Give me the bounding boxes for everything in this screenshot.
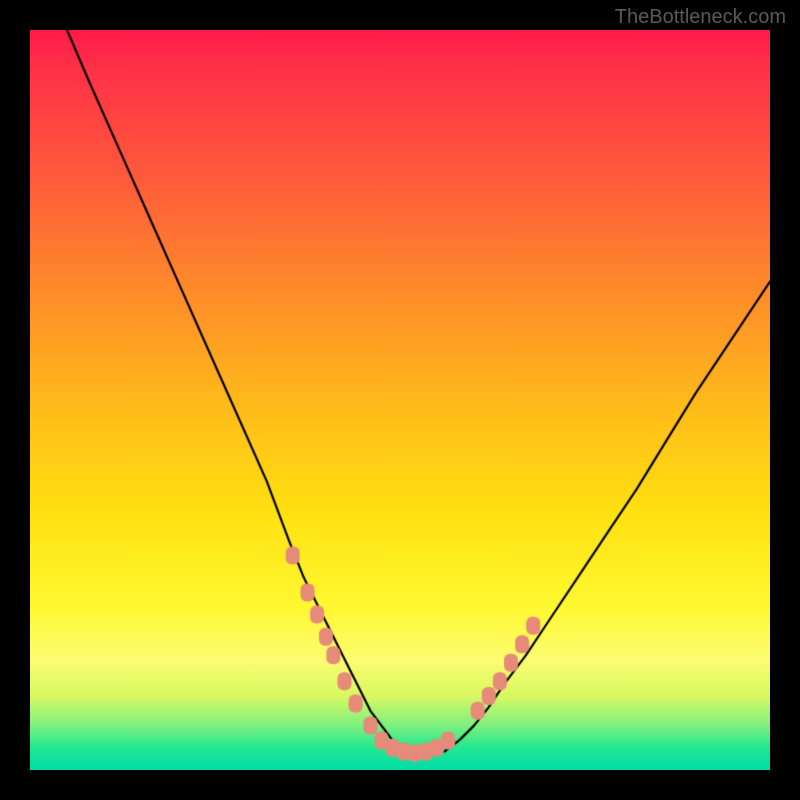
watermark-text: TheBottleneck.com: [615, 6, 786, 29]
bottleneck-curve: [30, 30, 770, 770]
chart-background: [30, 30, 770, 770]
